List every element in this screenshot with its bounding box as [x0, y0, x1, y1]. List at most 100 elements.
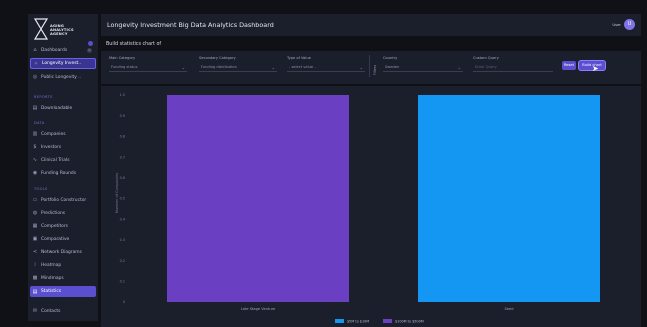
main-category-value: Funding status: [111, 65, 138, 69]
dollar-icon: $: [33, 144, 37, 150]
sidebar-item-label: Investors: [41, 144, 62, 150]
sidebar-item-label: Competitors: [41, 223, 68, 229]
chevron-down-icon: ⌄: [271, 65, 275, 70]
briefcase-icon: ▭: [32, 197, 38, 203]
y-tick-label: 0.7: [120, 155, 125, 159]
chevron-down-icon: ⌄: [457, 65, 461, 70]
reset-button[interactable]: Reset: [562, 61, 576, 70]
x-category-label: Seed: [505, 307, 514, 311]
type-of-value-select[interactable]: - select value - ⌄: [287, 63, 365, 72]
sidebar-item-label: Clinical Trials: [41, 157, 70, 163]
legend-label[interactable]: $5M to $10M: [347, 320, 369, 324]
sidebar-item-label: Comparative: [41, 236, 70, 242]
secondary-category-value: Funding distribution: [201, 65, 237, 69]
sidebar-item-dashboards[interactable]: ⌂ Dashboards 0: [30, 45, 96, 55]
sidebar-item-label: Downloadable: [41, 105, 73, 111]
custom-query-label: Custom Query: [473, 56, 499, 60]
building-icon: ▥: [32, 131, 38, 137]
sidebar-item-comparative[interactable]: ▣ Comparative: [30, 234, 96, 244]
sidebar-item-predictions[interactable]: ◍ Predictions: [30, 208, 96, 218]
section-subtitle: Build statistics chart of: [106, 42, 162, 47]
sidebar-item-label: Mindmaps: [41, 275, 64, 281]
chart-panel: 0 0.1 0.2 0.3 0.4 0.5 0.6 0.7 0.8 0.9 1.0 Number o…: [101, 86, 641, 327]
statistics-bar-chart: 0 0.1 0.2 0.3 0.4 0.5 0.6 0.7 0.8 0.9 1.0 Number o…: [115, 93, 600, 324]
sidebar-item-network-diagrams[interactable]: ≺ Network Diagrams: [30, 247, 96, 257]
sidebar-item-label: Contacts: [41, 308, 61, 314]
secondary-category-label: Secondary Category: [199, 56, 236, 60]
y-axis: 0 0.1 0.2 0.3 0.4 0.5 0.6 0.7 0.8 0.9 1.0: [120, 93, 125, 304]
sidebar-item-heatmap[interactable]: ⁞ Heatmap: [30, 260, 96, 270]
main-category-select[interactable]: Funding status ⌄: [109, 63, 187, 72]
legend-swatch[interactable]: [383, 319, 392, 323]
document-icon: ▤: [32, 105, 38, 111]
y-tick-label: 0.6: [120, 176, 125, 180]
type-of-value-value: - select value -: [289, 65, 316, 69]
section-label-reports: REPORTS: [34, 95, 53, 99]
hourglass-logo-icon: [34, 18, 48, 40]
y-tick-label: 0.4: [120, 217, 125, 221]
sidebar-item-clinical-trials[interactable]: ∿ Clinical Trials: [30, 155, 96, 165]
sidebar-item-contacts[interactable]: ✉ Contacts: [30, 306, 96, 316]
sidebar-item-competitors[interactable]: ▦ Competitors: [30, 221, 96, 231]
sidebar-item-downloadable[interactable]: ▤ Downloadable: [30, 103, 96, 113]
chevron-down-icon: ⌄: [181, 65, 185, 70]
target-icon: ◍: [32, 210, 38, 216]
grid-icon: ▩: [32, 275, 38, 281]
sidebar-item-label: Longevity Invest..: [42, 61, 82, 66]
user-avatar[interactable]: U: [624, 19, 635, 30]
sidebar: AGING ANALYTICS AGENCY ⌂ Dashboards 0 ✧ …: [28, 14, 98, 321]
sidebar-item-longevity-investment[interactable]: ✧ Longevity Invest..: [30, 58, 96, 69]
custom-query-input[interactable]: Enter Query: [473, 63, 553, 72]
coins-icon: ◉: [32, 170, 38, 176]
y-axis-title: Number of Companies: [115, 173, 119, 213]
home-icon: ⌂: [33, 47, 37, 53]
sidebar-item-label: Heatmap: [41, 262, 62, 268]
x-category-label: Late Stage Venture: [241, 307, 276, 311]
chart-filters-panel: Main Category Funding status ⌄ Secondary…: [101, 51, 641, 84]
sidebar-item-label: Network Diagrams: [41, 249, 82, 255]
filters-vertical-label: Filters: [373, 64, 377, 75]
user-label: User: [612, 22, 621, 27]
y-tick-label: 0.8: [120, 135, 125, 139]
sidebar-item-companies[interactable]: ▥ Companies: [30, 129, 96, 139]
globe-icon: ◎: [32, 74, 38, 80]
y-tick-label: 0.5: [120, 197, 125, 201]
sidebar-item-mindmaps[interactable]: ▩ Mindmaps: [30, 273, 96, 283]
sidebar-item-public-longevity[interactable]: ◎ Public Longevity ..: [30, 72, 96, 82]
mouse-pointer-icon: ➤: [592, 64, 599, 73]
sidebar-item-statistics[interactable]: ▤ Statistics: [30, 286, 96, 297]
sidebar-item-label: Predictions: [41, 210, 66, 216]
country-label: Country: [383, 56, 398, 60]
bar[interactable]: [167, 95, 349, 302]
chart-legend[interactable]: $5M to $10M $100M to $500M: [335, 319, 424, 324]
y-tick-label: 1.0: [120, 93, 125, 97]
pulse-icon: ∿: [32, 157, 38, 163]
secondary-category-select[interactable]: Funding distribution ⌄: [199, 63, 277, 72]
sidebar-item-label: Companies: [41, 131, 66, 137]
y-tick-label: 0.3: [120, 238, 125, 242]
y-tick-label: 0: [123, 300, 125, 304]
page-title: Longevity Investment Big Data Analytics …: [107, 21, 274, 29]
top-bar: Longevity Investment Big Data Analytics …: [101, 14, 641, 36]
sidebar-item-label: Portfolio Constructor: [41, 197, 87, 203]
section-label-data: DATA: [34, 121, 45, 125]
compare-icon: ▣: [32, 236, 38, 242]
x-axis: Late Stage Venture Seed: [241, 307, 514, 311]
bar[interactable]: [418, 95, 600, 302]
country-select[interactable]: Sweden ⌄: [383, 63, 463, 72]
custom-query-placeholder: Enter Query: [475, 65, 497, 69]
filters-divider: [369, 55, 370, 77]
mail-icon: ✉: [32, 308, 38, 314]
sidebar-item-funding-rounds[interactable]: ◉ Funding Rounds: [30, 168, 96, 178]
dashboards-badge: 0: [87, 47, 92, 53]
sidebar-item-portfolio-constructor[interactable]: ▭ Portfolio Constructor: [30, 195, 96, 205]
section-label-tools: TOOLS: [34, 187, 48, 191]
main-category-label: Main Category: [109, 56, 136, 60]
sidebar-item-label: Statistics: [41, 289, 62, 294]
sidebar-item-label: Dashboards: [41, 47, 68, 53]
chart-icon: ▤: [32, 288, 38, 295]
legend-swatch[interactable]: [335, 319, 344, 323]
legend-label[interactable]: $100M to $500M: [395, 320, 424, 324]
sidebar-item-investors[interactable]: $ Investors: [30, 142, 96, 152]
y-tick-label: 0.2: [120, 259, 125, 263]
